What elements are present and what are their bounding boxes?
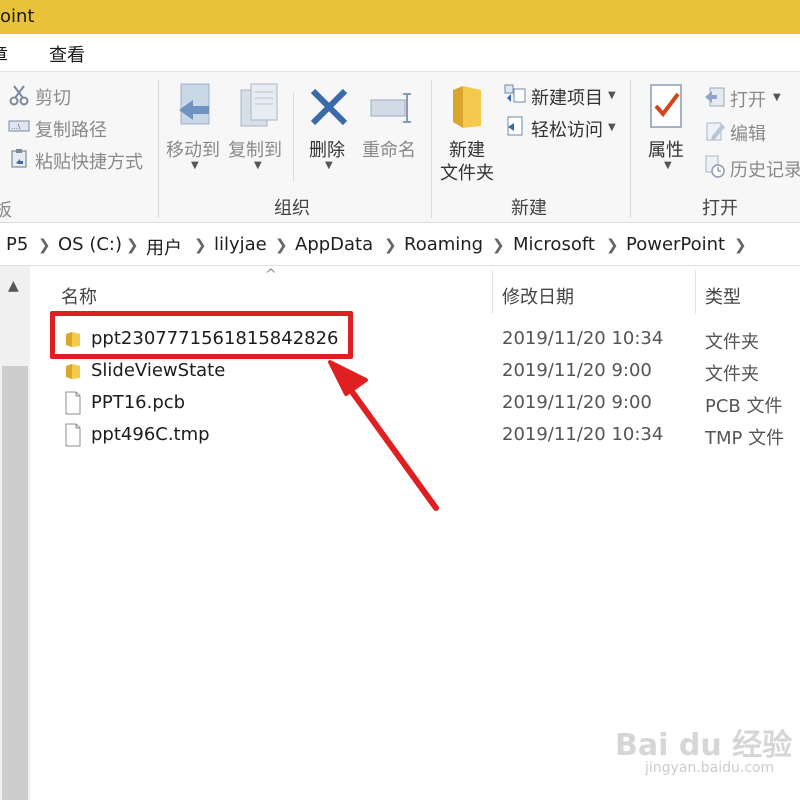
- easy-access-icon: [507, 116, 523, 136]
- ribbon-separator: [630, 80, 631, 218]
- chevron-right-icon[interactable]: ❯: [194, 236, 207, 254]
- window-title: oint: [0, 6, 35, 27]
- file-name: ppt496C.tmp: [91, 424, 210, 445]
- ribbon: 剪切 …\ 复制路径 粘贴快捷方式 板 移动到 ▼ 复制到 ▼ 删除 ▼ 重命名…: [0, 72, 800, 223]
- ribbon-separator: [293, 92, 294, 182]
- chevron-right-icon[interactable]: ❯: [384, 236, 397, 254]
- new-item-dropdown-icon[interactable]: ▼: [608, 90, 616, 101]
- svg-text:…\: …\: [11, 123, 21, 131]
- move-to-button[interactable]: 移动到: [166, 136, 220, 162]
- delete-icon: [310, 88, 348, 126]
- move-to-icon: [179, 83, 210, 125]
- scissors-icon: [9, 85, 29, 106]
- breadcrumb-item[interactable]: P5: [6, 234, 28, 255]
- new-folder-icon: [453, 86, 481, 128]
- copy-to-icon: [240, 83, 278, 127]
- delete-button[interactable]: 删除: [309, 136, 345, 162]
- menu-item-view[interactable]: 查看: [49, 41, 85, 67]
- menu-item-share[interactable]: 章: [0, 41, 8, 67]
- list-item[interactable]: PPT16.pcb 2019/11/20 9:00 PCB 文件: [40, 387, 800, 419]
- file-name: SlideViewState: [91, 360, 226, 381]
- column-header-name[interactable]: 名称: [61, 283, 97, 309]
- copy-path-icon: …\: [8, 120, 30, 132]
- column-header-modified[interactable]: 修改日期: [502, 283, 574, 309]
- menu-bar: 章 查看: [0, 34, 800, 72]
- edit-icon: [706, 122, 725, 141]
- new-folder-button-line2[interactable]: 文件夹: [440, 159, 494, 185]
- file-type: TMP 文件: [705, 428, 785, 449]
- history-button[interactable]: 历史记录: [730, 156, 800, 182]
- breadcrumb-item-current[interactable]: PowerPoint: [626, 234, 725, 255]
- column-header-type[interactable]: 类型: [705, 283, 741, 309]
- column-divider[interactable]: [492, 270, 493, 314]
- list-item[interactable]: SlideViewState 2019/11/20 9:00 文件夹: [40, 355, 800, 387]
- navigation-pane-scrollbar[interactable]: ▲: [0, 266, 30, 800]
- breadcrumb-item[interactable]: 用户: [146, 234, 182, 260]
- file-modified: 2019/11/20 9:00: [502, 392, 652, 413]
- column-divider[interactable]: [695, 270, 696, 314]
- clipboard-group-label-partial: 板: [0, 200, 12, 221]
- copy-to-button[interactable]: 复制到: [228, 136, 282, 162]
- copy-path-button[interactable]: 复制路径: [35, 116, 107, 142]
- breadcrumb-item[interactable]: Microsoft: [513, 234, 595, 255]
- chevron-right-icon[interactable]: ❯: [606, 236, 619, 254]
- properties-dropdown-icon[interactable]: ▼: [664, 160, 672, 171]
- file-type: 文件夹: [705, 332, 759, 353]
- chevron-right-icon[interactable]: ❯: [492, 236, 505, 254]
- file-icon: [65, 391, 81, 415]
- move-to-dropdown-icon[interactable]: ▼: [191, 160, 199, 171]
- ribbon-separator: [158, 80, 159, 218]
- edit-button[interactable]: 编辑: [730, 120, 766, 146]
- open-group-label: 打开: [702, 198, 738, 219]
- watermark-url: jingyan.baidu.com: [645, 760, 775, 776]
- chevron-right-icon[interactable]: ❯: [38, 236, 51, 254]
- scrollbar-thumb[interactable]: [2, 366, 28, 800]
- breadcrumb-item[interactable]: Roaming: [404, 234, 483, 255]
- open-button[interactable]: 打开: [730, 86, 766, 112]
- open-dropdown-icon[interactable]: ▼: [773, 92, 781, 103]
- chevron-right-icon[interactable]: ❯: [126, 236, 139, 254]
- properties-icon: [650, 84, 682, 128]
- title-bar: oint: [0, 0, 800, 34]
- copy-to-dropdown-icon[interactable]: ▼: [254, 160, 262, 171]
- breadcrumb-item[interactable]: lilyjae: [214, 234, 267, 255]
- file-modified: 2019/11/20 10:34: [502, 424, 664, 445]
- open-icon: [705, 87, 725, 107]
- rename-icon: [370, 93, 411, 123]
- highlight-box: [50, 311, 353, 359]
- file-icon: [65, 423, 81, 447]
- properties-button[interactable]: 属性: [648, 136, 684, 162]
- chevron-right-icon[interactable]: ❯: [275, 236, 288, 254]
- paste-shortcut-icon: [11, 149, 27, 168]
- rename-button[interactable]: 重命名: [362, 136, 416, 162]
- easy-access-button[interactable]: 轻松访问: [531, 116, 603, 142]
- delete-dropdown-icon[interactable]: ▼: [325, 160, 333, 171]
- file-modified: 2019/11/20 9:00: [502, 360, 652, 381]
- cut-button[interactable]: 剪切: [35, 84, 71, 110]
- new-item-icon: [504, 84, 526, 103]
- paste-shortcut-button[interactable]: 粘贴快捷方式: [35, 148, 143, 174]
- file-type: 文件夹: [705, 364, 759, 385]
- chevron-right-icon[interactable]: ❯: [734, 236, 747, 254]
- file-type: PCB 文件: [705, 396, 783, 417]
- new-item-button[interactable]: 新建项目: [531, 84, 603, 110]
- breadcrumb-item[interactable]: AppData: [295, 234, 373, 255]
- breadcrumb-item[interactable]: OS (C:): [58, 234, 122, 255]
- ribbon-separator: [431, 80, 432, 218]
- new-group-label: 新建: [511, 198, 547, 219]
- history-icon: [705, 155, 725, 178]
- file-name: PPT16.pcb: [91, 392, 186, 413]
- scroll-up-icon[interactable]: ▲: [8, 278, 19, 294]
- file-modified: 2019/11/20 10:34: [502, 328, 664, 349]
- organize-group-label: 组织: [274, 198, 310, 219]
- watermark-logo: Bai du 经验: [615, 728, 793, 763]
- breadcrumb: P5 ❯ OS (C:) ❯ 用户 ❯ lilyjae ❯ AppData ❯ …: [0, 223, 800, 266]
- folder-icon: [66, 364, 80, 379]
- easy-access-dropdown-icon[interactable]: ▼: [608, 122, 616, 133]
- list-item[interactable]: ppt496C.tmp 2019/11/20 10:34 TMP 文件: [40, 419, 800, 451]
- sort-ascending-icon: ^: [265, 267, 277, 283]
